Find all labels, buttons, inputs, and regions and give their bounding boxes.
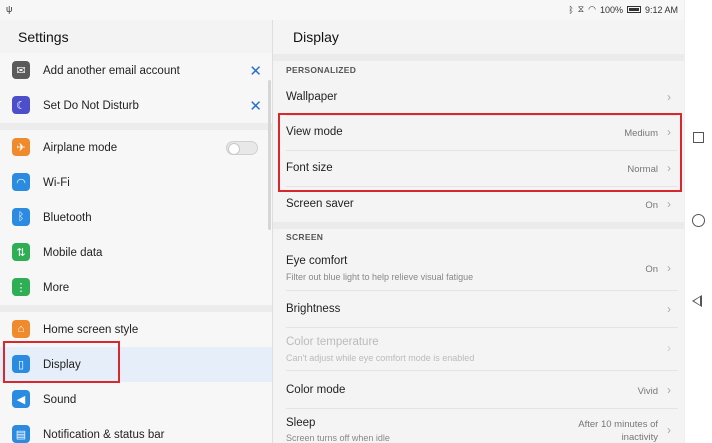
airplane-mode-toggle[interactable] — [226, 141, 258, 155]
battery-level: 100% — [599, 4, 623, 15]
more-icon: ⋮ — [12, 278, 30, 296]
row-label: Color mode — [286, 384, 346, 396]
wifi-icon: ◠ — [588, 4, 596, 14]
display-settings-pane: Display PERSONALIZED Wallpaper › View mo… — [273, 20, 684, 443]
airplane-icon: ✈ — [12, 138, 30, 156]
back-button[interactable] — [692, 295, 702, 307]
chevron-right-icon: › — [667, 261, 671, 275]
row-label: Wallpaper — [286, 91, 338, 103]
recent-apps-button[interactable] — [693, 132, 704, 143]
notification-icon: ▤ — [12, 425, 30, 443]
row-label: Eye comfort — [286, 255, 348, 267]
item-label: Home screen style — [43, 323, 139, 336]
row-value-line1: After 10 minutes of — [578, 419, 658, 430]
mobile-data-icon: ⇅ — [12, 243, 30, 261]
eye-comfort-row[interactable]: Eye comfort Filter out blue light to hel… — [273, 248, 684, 290]
sidebar-item-more[interactable]: ⋮ More — [0, 270, 272, 305]
item-label: Mobile data — [43, 246, 103, 259]
status-bar: ψ ᛒ ⧖ ◠ 100% 9:12 AM — [0, 0, 684, 20]
chevron-right-icon: › — [667, 197, 671, 211]
sidebar-item-airplane-mode[interactable]: ✈ Airplane mode — [0, 130, 272, 165]
mail-icon: ✉ — [12, 61, 30, 79]
sidebar-title: Settings — [18, 29, 69, 45]
item-label: Sound — [43, 393, 77, 406]
home-button[interactable] — [692, 214, 705, 227]
row-value: On — [645, 200, 658, 211]
row-label: Color temperature — [286, 336, 379, 348]
chevron-right-icon: › — [667, 302, 671, 316]
color-temperature-row[interactable]: Color temperature Can't adjust while eye… — [273, 327, 684, 370]
sidebar-item-mobile-data[interactable]: ⇅ Mobile data — [0, 235, 272, 270]
suggestion-do-not-disturb[interactable]: ☾ Set Do Not Disturb ✕ — [0, 88, 272, 123]
navigation-bar — [684, 0, 712, 443]
wifi-icon: ◠ — [12, 173, 30, 191]
item-label: Set Do Not Disturb — [43, 99, 139, 112]
item-label: Add another email account — [43, 64, 180, 77]
bluetooth-icon: ᛒ — [12, 208, 30, 226]
usb-icon: ψ — [6, 4, 13, 14]
item-label: Notification & status bar — [43, 428, 165, 441]
row-subtitle: Screen turns off when idle — [286, 433, 390, 443]
wallpaper-row[interactable]: Wallpaper › — [273, 80, 684, 115]
close-icon[interactable]: ✕ — [249, 62, 262, 80]
divider — [273, 222, 684, 229]
chevron-right-icon: › — [667, 383, 671, 397]
sidebar-item-notification[interactable]: ▤ Notification & status bar — [0, 417, 272, 443]
moon-icon: ☾ — [12, 96, 30, 114]
row-value: Vivid — [637, 386, 658, 397]
suggestion-add-email[interactable]: ✉ Add another email account ✕ — [0, 53, 272, 88]
sidebar-item-wifi[interactable]: ◠ Wi-Fi — [0, 165, 272, 200]
row-label: Screen saver — [286, 198, 354, 210]
divider — [0, 123, 272, 130]
divider — [0, 305, 272, 312]
row-label: Brightness — [286, 303, 341, 315]
item-label: More — [43, 281, 70, 294]
sidebar-item-bluetooth[interactable]: ᛒ Bluetooth — [0, 200, 272, 235]
item-label: Bluetooth — [43, 211, 92, 224]
chevron-right-icon: › — [667, 423, 671, 437]
section-header-screen: SCREEN — [286, 232, 324, 242]
divider — [273, 54, 684, 61]
view-font-highlight-box — [278, 113, 682, 192]
row-subtitle: Filter out blue light to help relieve vi… — [286, 272, 474, 282]
section-header-personalized: PERSONALIZED — [286, 65, 357, 75]
chevron-right-icon: › — [667, 90, 671, 104]
item-label: Airplane mode — [43, 141, 118, 154]
battery-icon — [626, 6, 641, 13]
page-title: Display — [293, 29, 339, 45]
vibrate-icon: ⧖ — [577, 4, 585, 14]
row-subtitle: Can't adjust while eye comfort mode is e… — [286, 353, 475, 363]
close-icon[interactable]: ✕ — [249, 97, 262, 115]
color-mode-row[interactable]: Color mode Vivid › — [273, 370, 684, 408]
sound-icon: ◀ — [12, 390, 30, 408]
bluetooth-icon: ᛒ — [568, 4, 574, 15]
sidebar-item-sound[interactable]: ◀ Sound — [0, 382, 272, 417]
display-highlight-box — [3, 341, 120, 383]
row-label: Sleep — [286, 417, 316, 429]
sleep-row[interactable]: Sleep Screen turns off when idle After 1… — [273, 408, 684, 443]
item-label: Wi-Fi — [43, 176, 70, 189]
home-icon: ⌂ — [12, 320, 30, 338]
clock: 9:12 AM — [644, 4, 678, 15]
brightness-row[interactable]: Brightness › — [273, 290, 684, 327]
chevron-right-icon: › — [667, 341, 671, 355]
sidebar-scrollbar[interactable] — [268, 80, 271, 230]
row-value-line2: inactivity — [621, 432, 658, 443]
row-value: On — [645, 264, 658, 275]
